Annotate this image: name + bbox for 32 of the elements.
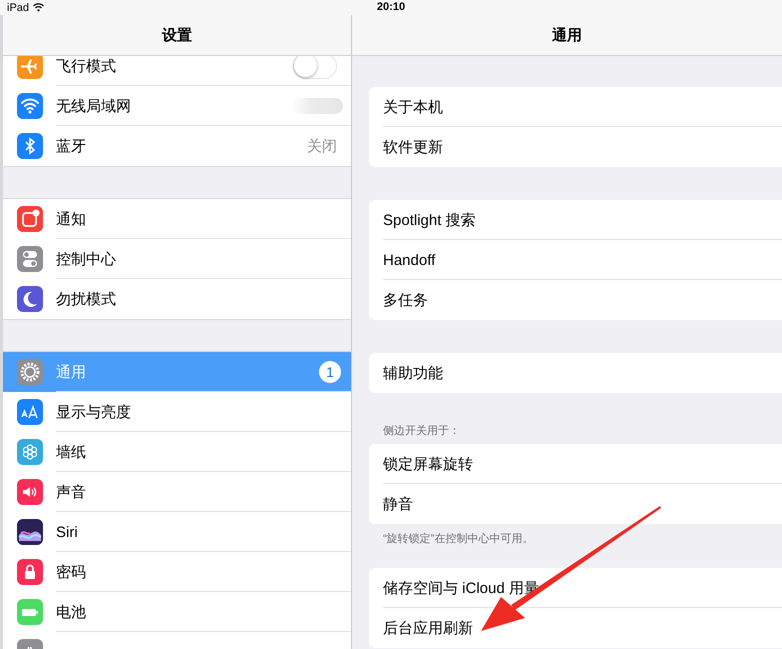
toggle-switch[interactable] <box>293 56 337 79</box>
settings-item[interactable]: 多任务 <box>369 280 782 320</box>
status-value: 关闭 <box>307 136 337 156</box>
sidebar-item[interactable]: 无线局域网 <box>3 86 351 126</box>
settings-item[interactable]: 辅助功能 <box>369 353 782 393</box>
sidebar-item[interactable]: 通知 <box>3 199 351 239</box>
device-name: iPad <box>7 2 30 14</box>
sidebar-item[interactable]: 显示与亮度 <box>3 392 351 432</box>
sidebar-item[interactable]: 声音 <box>3 472 351 512</box>
sidebar-item[interactable]: 蓝牙 关闭 <box>3 126 351 166</box>
settings-item[interactable]: Handoff <box>369 240 782 280</box>
section-footer: “旋转锁定”在控制中心中可用。 <box>369 524 534 546</box>
sidebar-item[interactable]: 墙纸 <box>3 432 351 472</box>
sidebar-item[interactable]: 控制中心 <box>3 239 351 279</box>
sidebar-item[interactable]: 电池 <box>3 592 351 632</box>
nav-title: 通用 <box>552 26 582 44</box>
clock-time: 20:10 <box>376 1 406 13</box>
settings-item[interactable]: 关于本机 <box>369 87 782 127</box>
sidebar-item[interactable]: 通用 1 <box>3 352 351 392</box>
settings-item[interactable]: 锁定屏幕旋转 <box>369 444 782 484</box>
settings-item[interactable]: 静音 <box>369 484 782 524</box>
nav-title: 设置 <box>162 26 192 44</box>
sidebar-item[interactable]: Siri <box>3 512 351 552</box>
count-badge: 1 <box>319 361 341 383</box>
sidebar-item[interactable]: 勿扰模式 <box>3 279 351 319</box>
settings-item[interactable]: 后台应用刷新 <box>369 608 782 648</box>
section-header: 侧边开关用于： <box>382 424 460 439</box>
settings-item[interactable]: 软件更新 <box>369 127 782 167</box>
sidebar-item[interactable]: 密码 <box>3 552 351 592</box>
wifi-icon <box>33 3 44 12</box>
sidebar-item[interactable]: 飞行模式 <box>3 56 351 86</box>
settings-item[interactable]: Spotlight 搜索 <box>369 200 782 240</box>
